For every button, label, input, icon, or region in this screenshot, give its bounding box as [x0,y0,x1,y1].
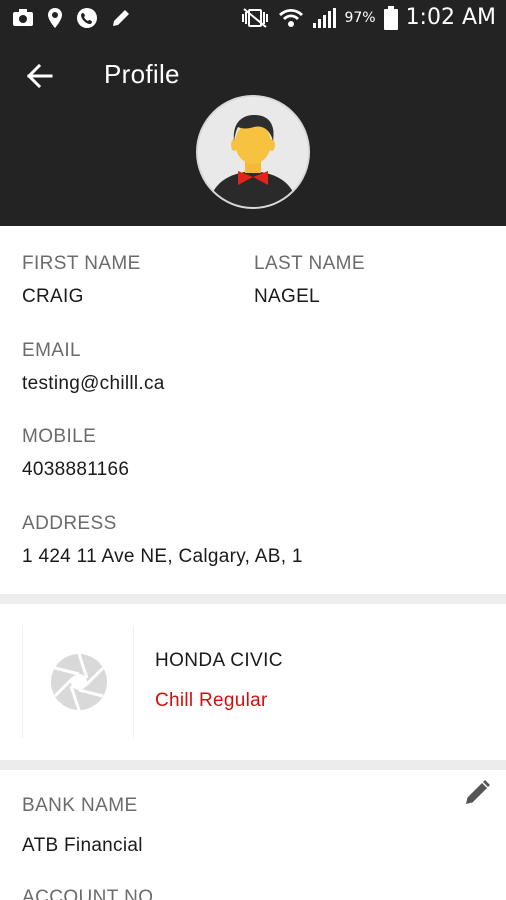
account-no-label: ACCOUNT NO [22,887,154,900]
last-name-label: LAST NAME [254,253,365,274]
location-icon [48,8,62,28]
avatar[interactable] [196,95,310,209]
clock: 1:02 AM [405,5,496,30]
bank-section: BANK NAME ATB Financial ACCOUNT NO [0,770,506,900]
camera-icon [13,9,33,26]
section-divider [0,760,506,770]
system-icons: 97% 1:02 AM [240,5,496,30]
address-value: 1 424 11 Ave NE, Calgary, AB, 1 [22,546,303,567]
bank-name-label: BANK NAME [22,795,138,816]
arrow-left-icon [27,64,53,88]
wifi-icon [279,8,304,27]
profile-header: Profile [0,36,506,226]
personal-info-section: FIRST NAME CRAIG LAST NAME NAGEL EMAIL t… [0,226,506,594]
notification-icons [12,7,132,29]
email-value: testing@chilll.ca [22,373,165,394]
vibrate-mute-icon [242,7,269,28]
vehicle-image [22,626,134,738]
vehicle-name: HONDA CIVIC [155,650,283,671]
section-divider [0,594,506,604]
vehicle-plan: Chill Regular [155,690,268,711]
first-name-value: CRAIG [22,286,84,307]
camera-aperture-icon [51,653,107,711]
first-name-label: FIRST NAME [22,253,141,274]
back-button[interactable] [22,58,58,94]
last-name-value: NAGEL [254,286,320,307]
mobile-label: MOBILE [22,426,97,447]
vehicle-card[interactable]: HONDA CIVIC Chill Regular [0,604,506,760]
pencil-icon [466,780,490,804]
bank-name-value: ATB Financial [22,835,143,856]
battery-percent: 97% [344,9,376,26]
battery-icon [383,5,398,30]
email-label: EMAIL [22,340,82,361]
address-label: ADDRESS [22,513,117,534]
mobile-value: 4038881166 [22,459,130,480]
signal-icon [313,7,337,28]
edit-bank-button[interactable] [460,776,494,810]
status-bar: 97% 1:02 AM [0,0,506,36]
pencil-status-icon [113,10,129,26]
phone-icon [77,8,97,28]
user-avatar-icon [198,97,308,207]
page-title: Profile [104,59,180,89]
